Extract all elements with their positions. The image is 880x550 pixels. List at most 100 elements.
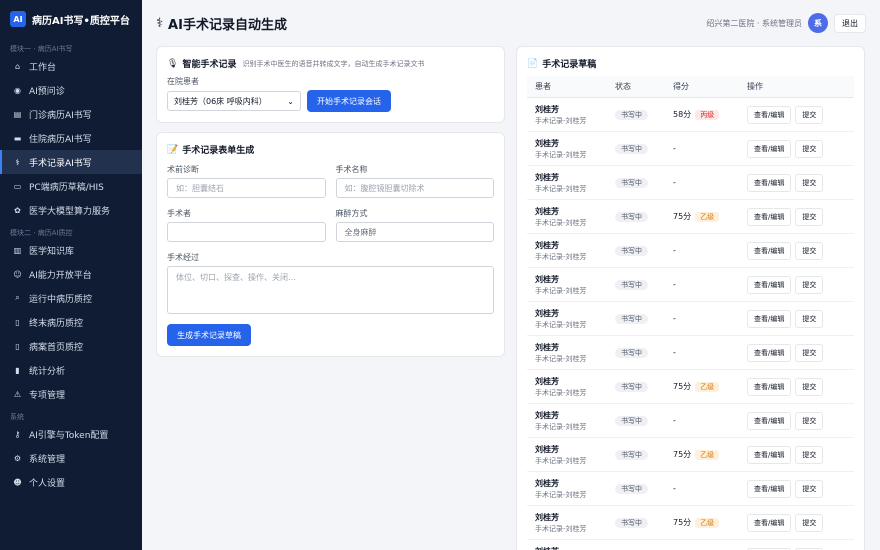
status-cell: 书写中 xyxy=(615,211,673,222)
view-edit-button[interactable]: 查看/编辑 xyxy=(747,377,792,396)
view-edit-button[interactable]: 查看/编辑 xyxy=(747,173,792,192)
patient-name: 刘桂芳 xyxy=(535,172,559,182)
submit-button[interactable]: 提交 xyxy=(795,173,824,192)
score-value: 75分 xyxy=(673,518,692,527)
view-edit-button[interactable]: 查看/编辑 xyxy=(747,411,792,430)
sidebar-section-label: 系统 xyxy=(10,413,24,421)
bed-icon: ▬ xyxy=(13,133,22,143)
status-badge: 书写中 xyxy=(615,279,648,290)
score-cell: 75分 乙级 xyxy=(673,211,747,222)
patient-cell: 刘桂芳 手术记录-刘桂芳 xyxy=(527,376,615,398)
table-row: 刘桂芳 手术记录-刘桂芳 书写中 - 查看/编辑提交 xyxy=(527,404,854,438)
pre-diagnosis-input[interactable]: 如：胆囊结石 xyxy=(167,178,326,198)
submit-button[interactable]: 提交 xyxy=(795,479,824,498)
generate-draft-button[interactable]: 生成手术记录草稿 xyxy=(167,324,251,346)
sidebar-item-label: 工作台 xyxy=(29,62,57,73)
start-session-button[interactable]: 开始手术记录会话 xyxy=(307,90,391,112)
submit-button[interactable]: 提交 xyxy=(795,309,824,328)
patient-select[interactable]: 刘桂芳（06床 呼吸内科） ⌄ xyxy=(167,91,301,111)
submit-button[interactable]: 提交 xyxy=(795,513,824,532)
status-cell: 书写中 xyxy=(615,347,673,358)
sidebar-item[interactable]: ▯ 终末病历质控 xyxy=(0,310,142,334)
submit-button[interactable]: 提交 xyxy=(795,377,824,396)
sidebar-item-label: 住院病历AI书写 xyxy=(29,134,92,145)
surgeon-input[interactable] xyxy=(167,222,326,242)
submit-button[interactable]: 提交 xyxy=(795,105,824,124)
patient-cell: 刘桂芳 手术记录-刘桂芳 xyxy=(527,104,615,126)
sidebar-item-label: 终末病历质控 xyxy=(29,318,84,329)
score-cell: - xyxy=(673,246,747,256)
chevron-down-icon: ⌄ xyxy=(287,96,294,106)
robot-icon: ☺ xyxy=(13,269,22,279)
record-title: 手术记录-刘桂芳 xyxy=(535,218,587,227)
score-value: - xyxy=(673,313,676,323)
submit-button[interactable]: 提交 xyxy=(795,411,824,430)
view-edit-button[interactable]: 查看/编辑 xyxy=(747,445,792,464)
sidebar-item[interactable]: ⚷ AI引擎与Token配置 xyxy=(0,422,142,446)
view-edit-button[interactable]: 查看/编辑 xyxy=(747,479,792,498)
sidebar-item[interactable]: ☺ AI能力开放平台 xyxy=(0,262,142,286)
status-cell: 书写中 xyxy=(615,381,673,392)
score-cell: - xyxy=(673,314,747,324)
anesthesia-input[interactable]: 全身麻醉 xyxy=(335,222,494,242)
score-cell: - xyxy=(673,144,747,154)
patient-name: 刘桂芳 xyxy=(535,410,559,420)
process-textarea[interactable]: 体位、切口、探查、操作、关闭… xyxy=(167,266,494,314)
brand-logo: AI xyxy=(10,11,26,27)
patient-name: 刘桂芳 xyxy=(535,376,559,386)
sidebar-item[interactable]: ⌕ 运行中病历质控 xyxy=(0,286,142,310)
sidebar-item[interactable]: ⌂ 工作台 xyxy=(0,54,142,78)
submit-button[interactable]: 提交 xyxy=(795,343,824,362)
sidebar-item[interactable]: ✿ 医学大模型算力服务 xyxy=(0,198,142,222)
status-badge: 书写中 xyxy=(615,517,648,528)
sidebar-item[interactable]: ⚠ 专项管理 xyxy=(0,382,142,406)
submit-button[interactable]: 提交 xyxy=(795,445,824,464)
drafts-card: 📄 手术记录草稿 患者 状态 得分 操作 刘桂芳 手术记录-刘桂芳 书写中 58… xyxy=(516,46,865,550)
sidebar-item[interactable]: ▤ 门诊病历AI书写 xyxy=(0,102,142,126)
status-badge: 书写中 xyxy=(615,347,648,358)
submit-button[interactable]: 提交 xyxy=(795,207,824,226)
grade-badge: 乙级 xyxy=(695,518,720,528)
sidebar-item[interactable]: ◉ AI预问诊 xyxy=(0,78,142,102)
status-badge: 书写中 xyxy=(615,313,648,324)
view-edit-button[interactable]: 查看/编辑 xyxy=(747,275,792,294)
record-title: 手术记录-刘桂芳 xyxy=(535,286,587,295)
view-edit-button[interactable]: 查看/编辑 xyxy=(747,241,792,260)
view-edit-button[interactable]: 查看/编辑 xyxy=(747,139,792,158)
patient-cell: 刘桂芳 手术记录-刘桂芳 xyxy=(527,308,615,330)
sidebar-item-label: 门诊病历AI书写 xyxy=(29,110,92,121)
patient-name: 刘桂芳 xyxy=(535,342,559,352)
patient-cell: 刘桂芳 手术记录-刘桂芳 xyxy=(527,342,615,364)
sidebar-item[interactable]: ▬ 住院病历AI书写 xyxy=(0,126,142,150)
sidebar-item[interactable]: ▥ 医学知识库 xyxy=(0,238,142,262)
patient-cell: 刘桂芳 手术记录-刘桂芳 xyxy=(527,172,615,194)
actions-cell: 查看/编辑提交 xyxy=(747,173,854,192)
sidebar-item[interactable]: ▯ 病案首页质控 xyxy=(0,334,142,358)
view-edit-button[interactable]: 查看/编辑 xyxy=(747,207,792,226)
submit-button[interactable]: 提交 xyxy=(795,241,824,260)
patient-name: 刘桂芳 xyxy=(535,240,559,250)
sidebar-item-label: AI预问诊 xyxy=(29,86,65,97)
submit-button[interactable]: 提交 xyxy=(795,139,824,158)
submit-button[interactable]: 提交 xyxy=(795,275,824,294)
sidebar-item[interactable]: ⚙ 系统管理 xyxy=(0,446,142,470)
logout-button[interactable]: 退出 xyxy=(834,13,866,33)
actions-cell: 查看/编辑提交 xyxy=(747,139,854,158)
view-edit-button[interactable]: 查看/编辑 xyxy=(747,343,792,362)
patient-name: 刘桂芳 xyxy=(535,104,559,114)
table-row: 刘桂芳 手术记录-刘桂芳 书写中 - 查看/编辑提交 xyxy=(527,132,854,166)
form-title: 手术记录表单生成 xyxy=(182,146,255,156)
patient-cell: 刘桂芳 手术记录-刘桂芳 xyxy=(527,274,615,296)
score-value: - xyxy=(673,143,676,153)
sidebar-item[interactable]: ▭ PC端病历草稿/HIS xyxy=(0,174,142,198)
view-edit-button[interactable]: 查看/编辑 xyxy=(747,513,792,532)
score-cell: 75分 乙级 xyxy=(673,449,747,460)
sidebar-item[interactable]: ▮ 统计分析 xyxy=(0,358,142,382)
sidebar-item[interactable]: ☻ 个人设置 xyxy=(0,470,142,494)
view-edit-button[interactable]: 查看/编辑 xyxy=(747,105,792,124)
view-edit-button[interactable]: 查看/编辑 xyxy=(747,309,792,328)
sidebar-item[interactable]: ⚕ 手术记录AI书写 xyxy=(0,150,142,174)
page-title: ⚕ AI手术记录自动生成 xyxy=(156,14,287,33)
avatar[interactable]: 系 xyxy=(808,13,828,33)
operation-name-input[interactable]: 如：腹腔镜胆囊切除术 xyxy=(335,178,494,198)
